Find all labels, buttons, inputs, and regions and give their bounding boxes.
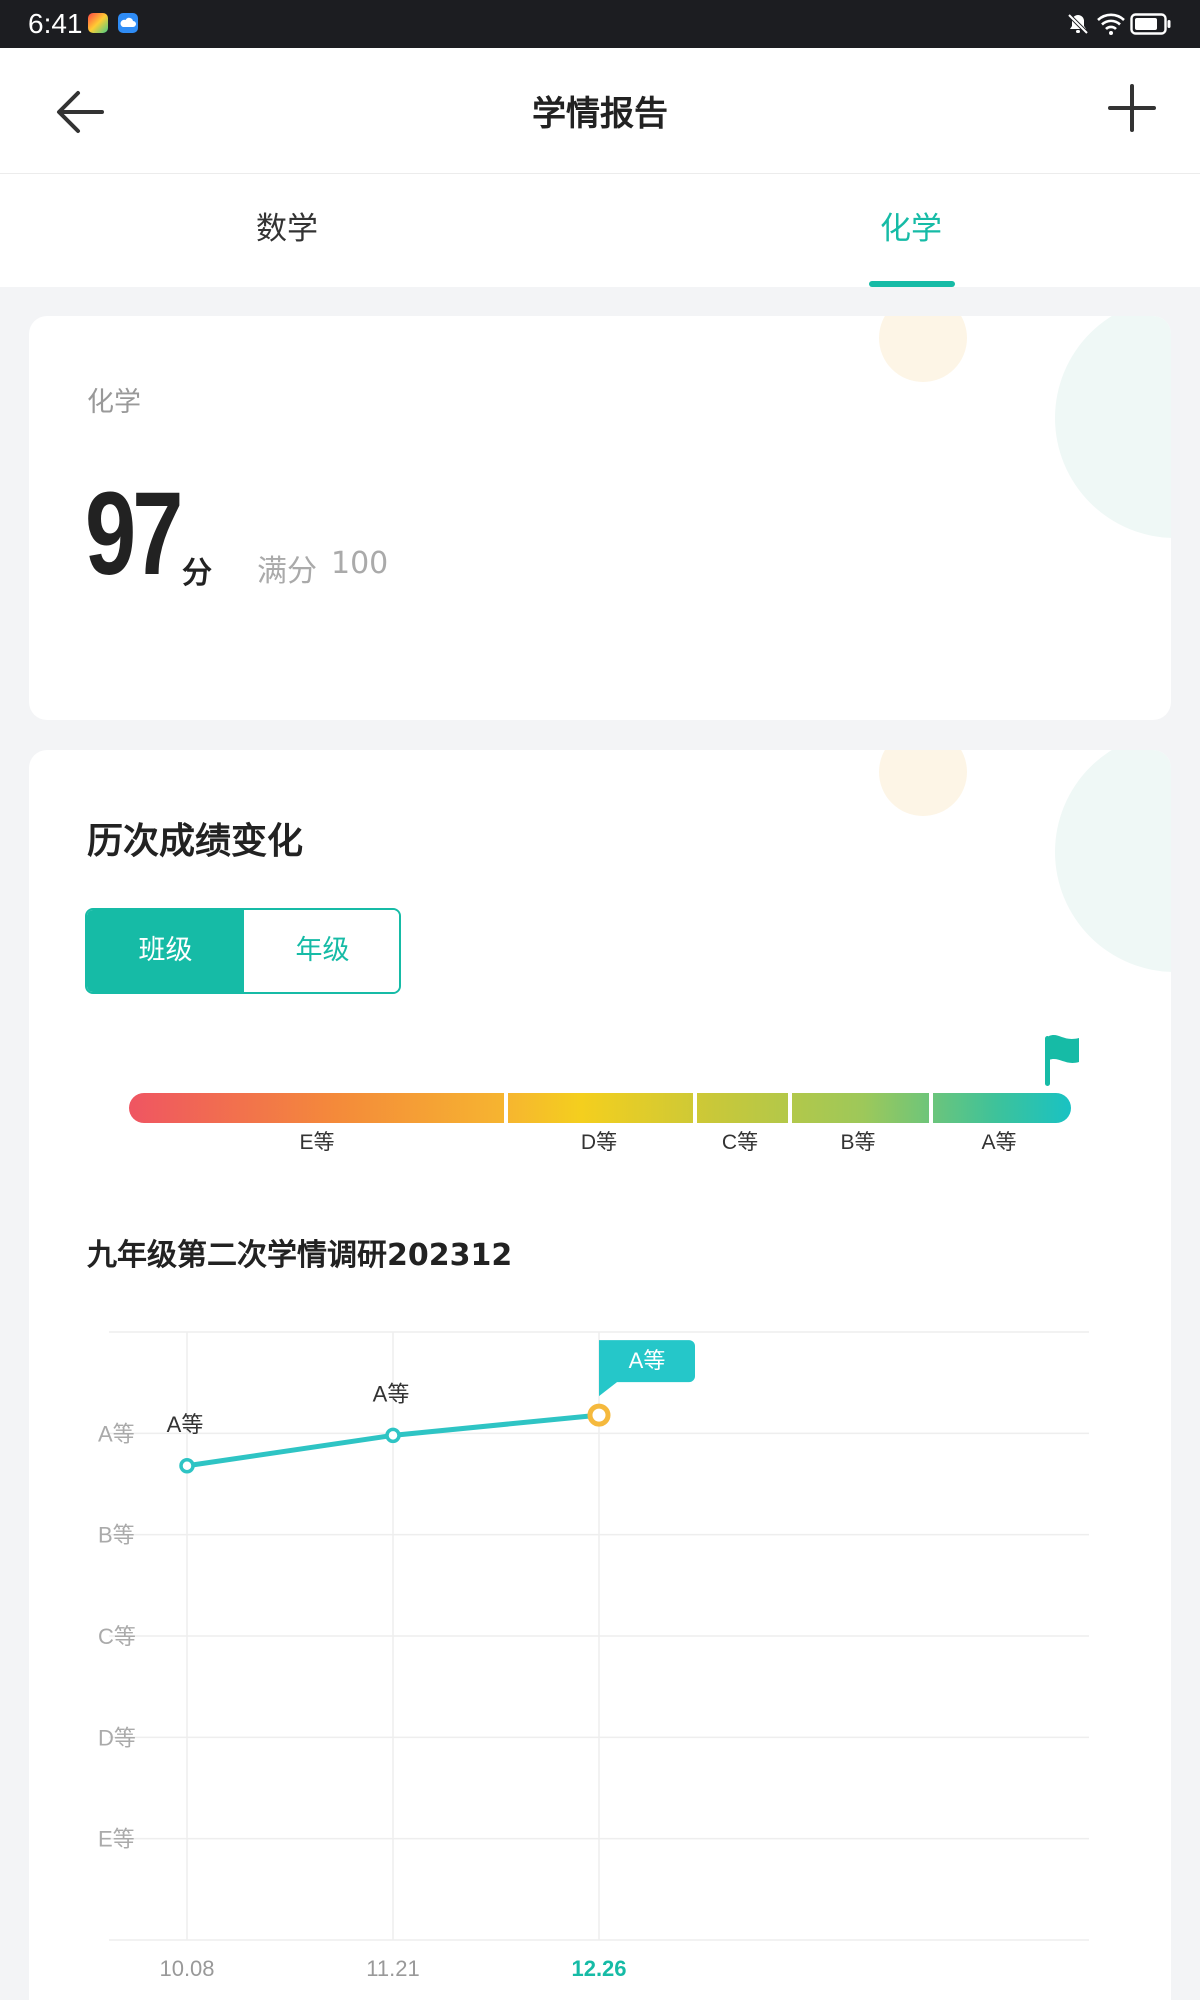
page-title: 学情报告 <box>532 94 668 134</box>
score-value: 97 <box>85 468 183 600</box>
full-score-label: 满分 <box>257 554 317 589</box>
score-unit: 分 <box>182 556 212 591</box>
score-card: 化学 97 分 满分 100 <box>29 316 1171 720</box>
grade-trend-chart: E等 D等 C等 B等 A等 10.08 11.21 12.26 A等 A等 A等 <box>98 1331 1089 1981</box>
x-tick-label: 12.26 <box>571 1956 626 1981</box>
status-time: 6:41 <box>28 8 83 39</box>
plus-icon[interactable] <box>1100 76 1164 140</box>
tab-chemistry[interactable]: 化学 <box>791 174 1031 287</box>
y-tick-label: E等 <box>98 1827 135 1852</box>
app-notification-icon <box>88 13 108 33</box>
x-tick-label: 11.21 <box>366 1956 419 1981</box>
tab-label: 数学 <box>256 211 318 247</box>
y-tick-label: D等 <box>98 1725 136 1750</box>
status-bar: 6:41 <box>0 0 1200 48</box>
data-label: A等 <box>373 1381 410 1406</box>
data-point <box>179 1458 195 1474</box>
wifi-icon <box>1097 13 1125 35</box>
data-point <box>587 1403 611 1427</box>
y-tick-label: B等 <box>98 1523 135 1548</box>
battery-icon <box>1130 13 1171 35</box>
data-point <box>385 1427 401 1444</box>
app-header: 学情报告 <box>0 48 1200 174</box>
mute-bell-icon <box>1067 13 1089 35</box>
data-label: A等 <box>167 1412 204 1437</box>
data-label: A等 <box>629 1348 666 1373</box>
subject-tabs: 数学 化学 <box>0 174 1200 287</box>
history-card: 历次成绩变化 班级 年级 E等 D等 C等 B等 A等 九年级第二次学情调研20… <box>29 750 1171 2000</box>
tab-label: 化学 <box>880 211 942 247</box>
cloud-app-icon <box>118 13 138 33</box>
x-tick-label: 10.08 <box>159 1956 214 1981</box>
decorative-circle <box>1055 316 1171 538</box>
decorative-circle <box>879 316 967 382</box>
score-subject: 化学 <box>87 387 141 418</box>
full-score-value: 100 <box>331 546 389 581</box>
active-tab-indicator <box>869 281 955 287</box>
y-tick-label: A等 <box>98 1421 135 1446</box>
tab-math[interactable]: 数学 <box>167 174 407 287</box>
y-tick-label: C等 <box>98 1624 136 1649</box>
